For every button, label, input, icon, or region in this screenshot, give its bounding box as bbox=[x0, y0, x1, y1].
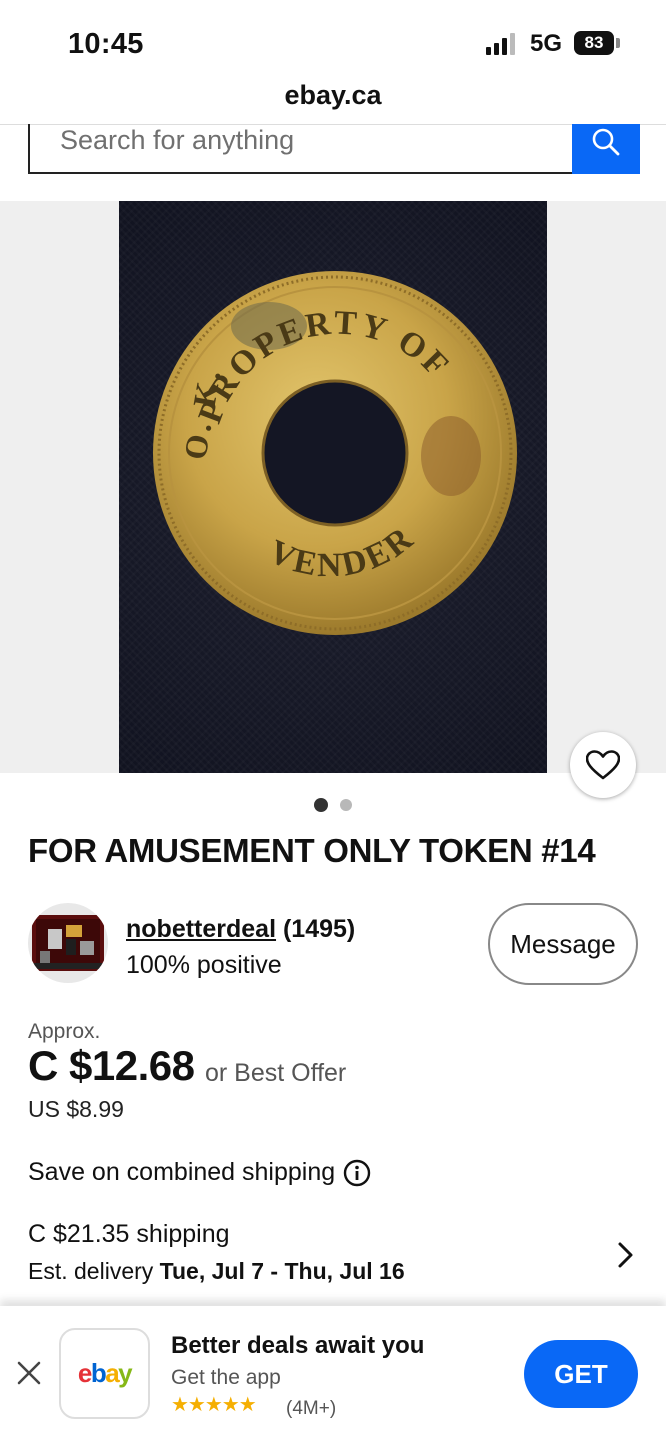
status-time: 10:45 bbox=[68, 28, 144, 60]
chevron-right-icon[interactable] bbox=[612, 1240, 638, 1270]
logo-letter-a: a bbox=[105, 1358, 119, 1388]
watchlist-button[interactable] bbox=[570, 732, 636, 798]
rating-count: (4M+) bbox=[286, 1398, 337, 1419]
rating-stars: ★★★★★ bbox=[171, 1394, 257, 1416]
get-app-button[interactable]: GET bbox=[524, 1340, 638, 1408]
combined-shipping-label: Save on combined shipping bbox=[28, 1158, 336, 1186]
signal-icon bbox=[486, 33, 518, 55]
logo-letter-b: b bbox=[90, 1358, 107, 1388]
seller-name-link[interactable]: nobetterdeal bbox=[126, 915, 276, 943]
delivery-estimate[interactable]: Est. delivery Tue, Jul 7 - Thu, Jul 16 bbox=[28, 1258, 405, 1285]
approx-label: Approx. bbox=[28, 1020, 101, 1043]
status-bar: 10:45 5G 83 bbox=[0, 0, 666, 82]
shipping-cost[interactable]: C $21.35 shipping bbox=[28, 1220, 230, 1249]
ebay-app-logo[interactable]: ebay bbox=[59, 1328, 150, 1419]
usd-price: US $8.99 bbox=[28, 1096, 124, 1122]
seller-feedback: 100% positive bbox=[126, 951, 282, 979]
product-photo[interactable]: PROPERTY OF VENDER O. K. bbox=[119, 201, 547, 773]
seller-avatar[interactable] bbox=[28, 903, 108, 983]
delivery-label: Est. delivery bbox=[28, 1258, 154, 1284]
price: C $12.68 bbox=[28, 1042, 195, 1089]
delivery-dates: Tue, Jul 7 - Thu, Jul 16 bbox=[159, 1258, 405, 1284]
seller-score: (1495) bbox=[282, 915, 356, 943]
image-gallery[interactable]: PROPERTY OF VENDER O. K. bbox=[0, 201, 666, 773]
gallery-pagination bbox=[0, 798, 666, 812]
best-offer-text: or Best Offer bbox=[205, 1059, 347, 1087]
token-coin-image: PROPERTY OF VENDER O. K. bbox=[153, 271, 517, 635]
pagination-dot[interactable] bbox=[340, 799, 352, 811]
info-icon[interactable] bbox=[343, 1159, 371, 1187]
search-input[interactable]: Search for anything bbox=[28, 124, 572, 174]
network-type: 5G bbox=[530, 30, 563, 57]
search-icon bbox=[592, 128, 620, 156]
combined-shipping-row[interactable]: Save on combined shipping bbox=[28, 1158, 371, 1187]
close-icon[interactable] bbox=[14, 1358, 44, 1388]
banner-title: Better deals await you bbox=[171, 1332, 425, 1359]
search-bar: Search for anything bbox=[28, 124, 640, 174]
pagination-dot-active[interactable] bbox=[314, 798, 328, 812]
message-button[interactable]: Message bbox=[488, 903, 638, 985]
avatar-image bbox=[32, 915, 104, 971]
logo-letter-e: e bbox=[77, 1358, 92, 1388]
heart-icon bbox=[586, 750, 620, 780]
search-placeholder: Search for anything bbox=[60, 125, 295, 155]
battery-icon: 83 bbox=[574, 31, 614, 55]
search-button[interactable] bbox=[572, 124, 640, 174]
browser-url[interactable]: ebay.ca bbox=[0, 80, 666, 111]
banner-subtitle: Get the app bbox=[171, 1366, 281, 1389]
listing-title: FOR AMUSEMENT ONLY TOKEN #14 bbox=[28, 832, 596, 869]
battery-tip bbox=[616, 38, 620, 48]
seller-card: nobetterdeal (1495) 100% positive Messag… bbox=[28, 903, 640, 985]
seller-name-line: nobetterdeal (1495) bbox=[126, 915, 355, 944]
app-install-banner: ebay Better deals await you Get the app … bbox=[0, 1306, 666, 1440]
logo-letter-y: y bbox=[118, 1358, 132, 1388]
